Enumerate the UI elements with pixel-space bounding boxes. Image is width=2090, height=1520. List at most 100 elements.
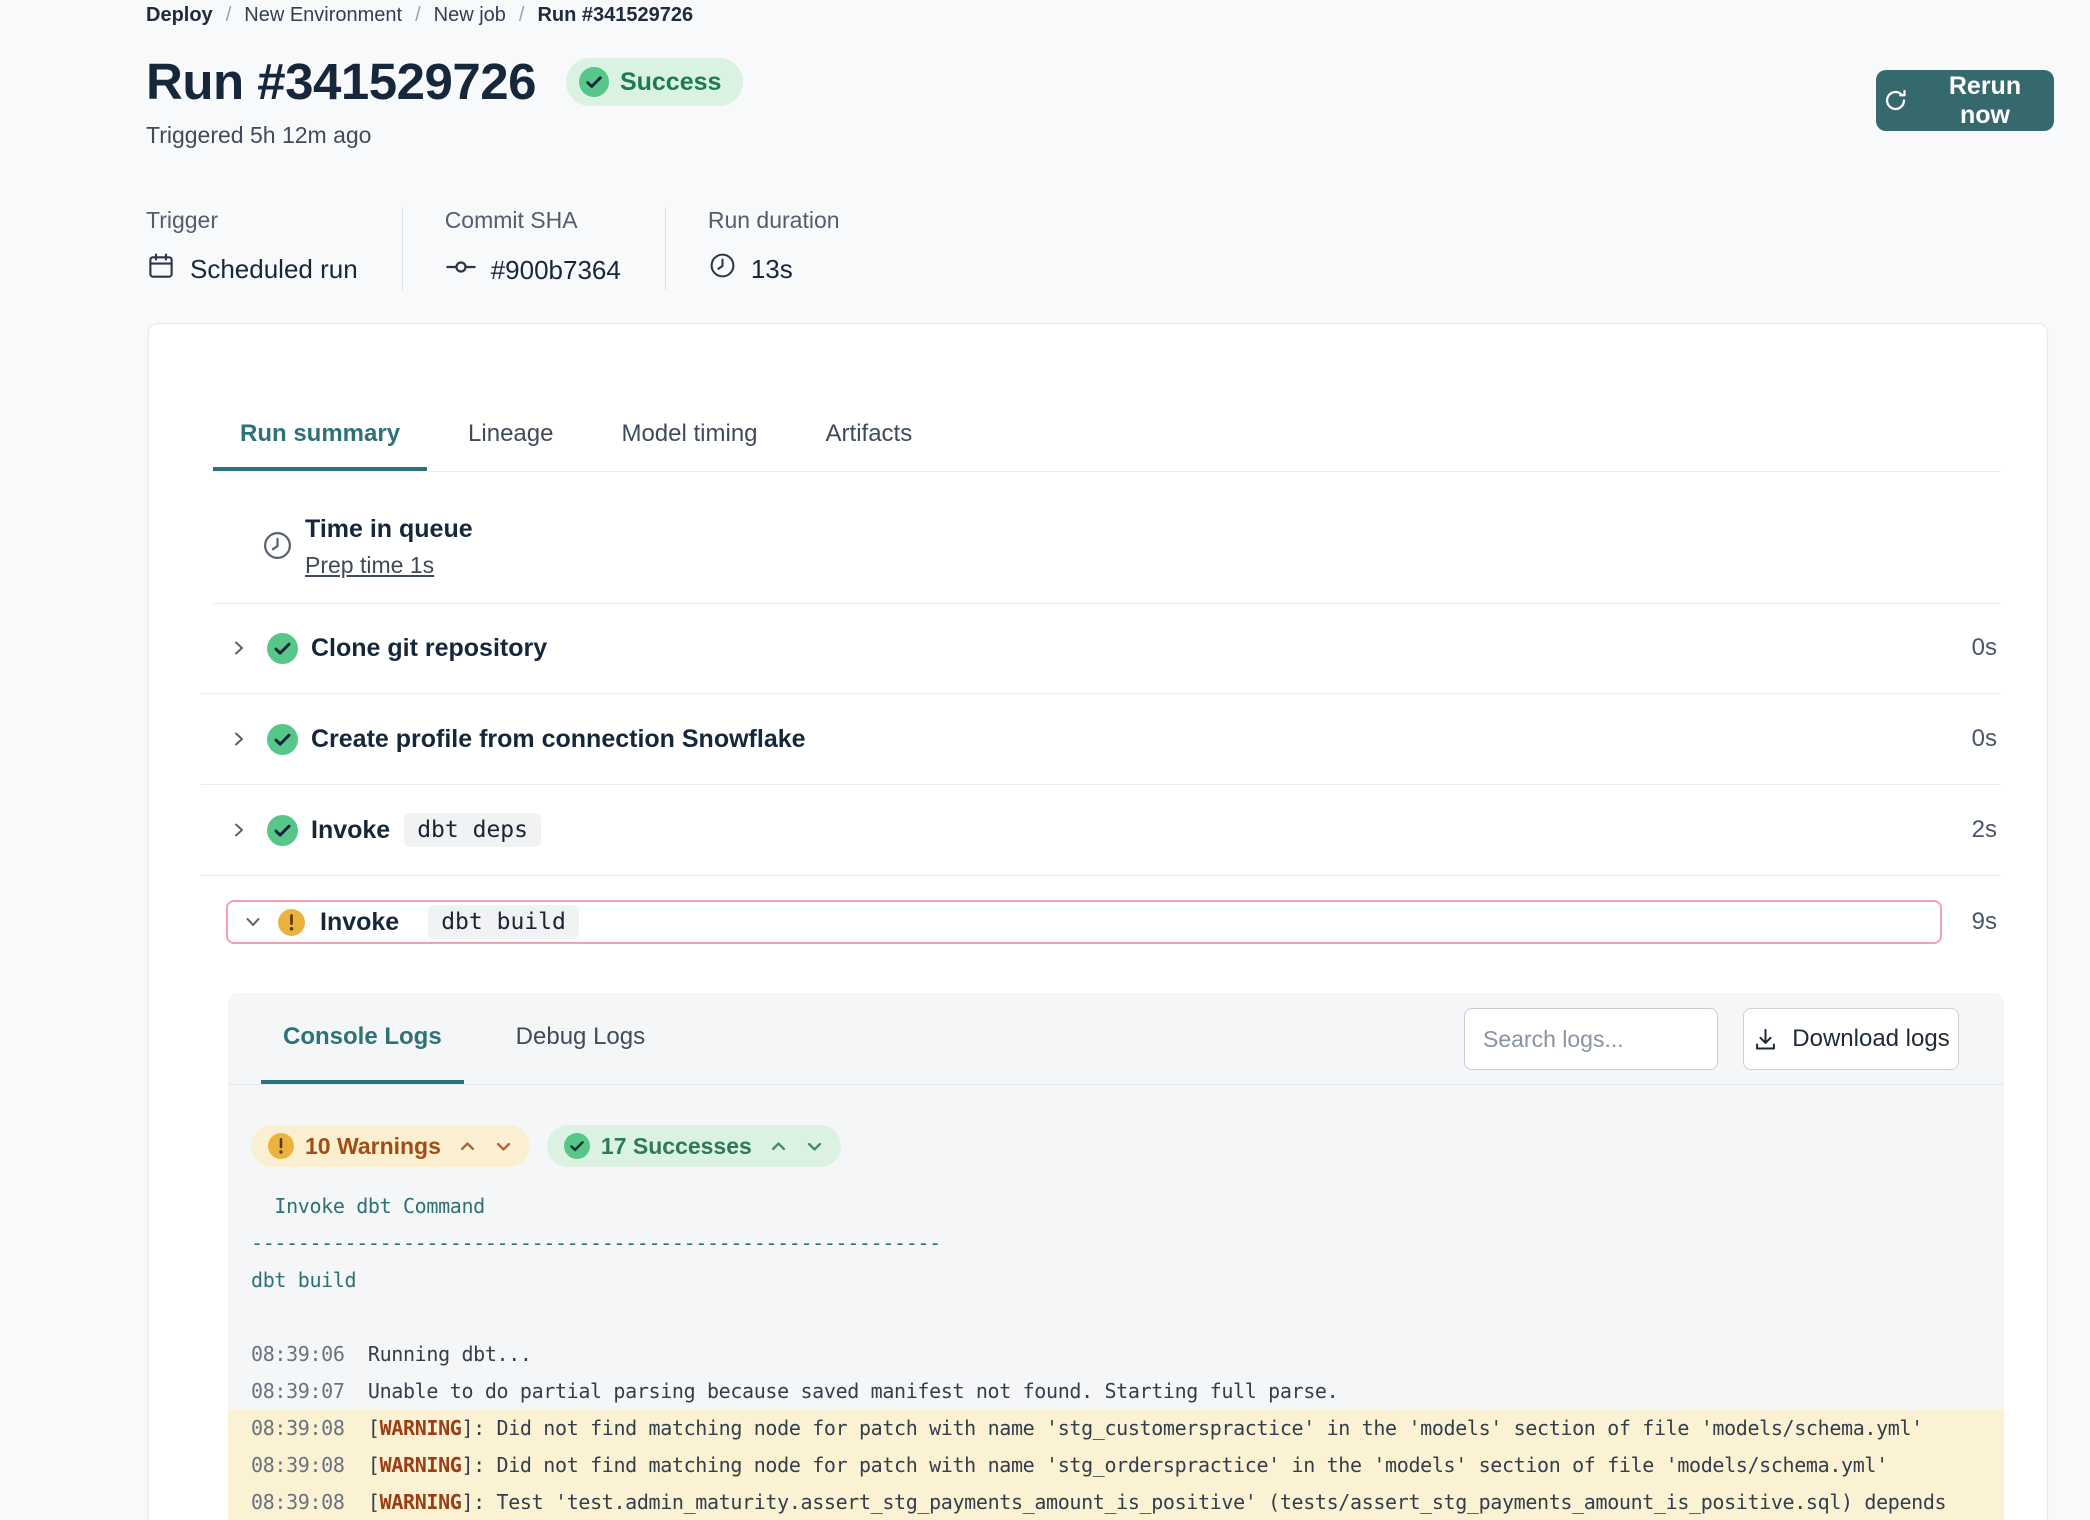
warnings-prev-button[interactable] xyxy=(458,1137,477,1156)
log-timestamp: 08:39:06 xyxy=(251,1342,345,1366)
chevron-down-icon xyxy=(805,1137,824,1156)
tab-artifacts[interactable]: Artifacts xyxy=(799,400,940,471)
logs-header: Console Logs Debug Logs Download logs xyxy=(228,993,2004,1085)
breadcrumb-item-new-job[interactable]: New job xyxy=(434,4,506,27)
tab-lineage[interactable]: Lineage xyxy=(441,400,580,471)
step-row-create-profile-from-connection-snowflake[interactable]: Create profile from connection Snowflake… xyxy=(201,694,2001,785)
log-line: 08:39:06 Running dbt... xyxy=(228,1336,2004,1373)
refresh-icon xyxy=(1882,87,1909,114)
time-in-queue-row: Time in queue Prep time 1s xyxy=(213,471,2001,604)
step-label: Clone git repository xyxy=(311,634,547,663)
clock-icon xyxy=(708,251,737,287)
tab-debug-logs[interactable]: Debug Logs xyxy=(494,993,667,1084)
run-detail-page: Deploy / New Environment / New job / Run #3415… xyxy=(0,0,2090,1520)
step-duration: 2s xyxy=(1972,816,1997,844)
chevron-down-icon[interactable] xyxy=(243,912,263,932)
download-icon xyxy=(1752,1026,1779,1053)
tab-console-logs[interactable]: Console Logs xyxy=(261,993,464,1084)
successes-next-button[interactable] xyxy=(805,1137,824,1156)
meta-value: 13s xyxy=(708,251,840,287)
chevron-down-icon xyxy=(494,1137,513,1156)
step-duration: 0s xyxy=(1972,725,1997,753)
step-row-clone-git-repository[interactable]: Clone git repository 0s xyxy=(201,603,2001,694)
breadcrumb-separator: / xyxy=(226,4,232,27)
log-line: Invoke dbt Command xyxy=(228,1188,2004,1225)
log-timestamp: 08:39:08 xyxy=(251,1453,345,1477)
meta-trigger: Trigger Scheduled run xyxy=(146,207,403,290)
successes-prev-button[interactable] xyxy=(769,1137,788,1156)
meta-run-duration: Run duration 13s xyxy=(666,207,884,290)
step-label: Invoke xyxy=(320,908,399,937)
log-line: dbt build xyxy=(228,1262,2004,1299)
warnings-pill: 10 Warnings xyxy=(251,1125,530,1167)
logs-panel: Console Logs Debug Logs Download logs 10 … xyxy=(228,993,2004,1520)
warning-label: WARNING xyxy=(380,1490,462,1514)
breadcrumb-separator: / xyxy=(519,4,525,27)
status-badge: Success xyxy=(566,58,743,106)
log-line: 08:39:08 [WARNING]: Did not find matchin… xyxy=(228,1447,2004,1484)
warnings-pill-label: 10 Warnings xyxy=(305,1133,441,1160)
rerun-now-button[interactable]: Rerun now xyxy=(1876,70,2054,131)
chevron-right-icon[interactable] xyxy=(229,729,249,749)
meta-value: #900b7364 xyxy=(445,251,621,290)
meta-value-text: 13s xyxy=(751,254,793,285)
chevron-right-icon[interactable] xyxy=(229,820,249,840)
commit-icon xyxy=(445,251,477,290)
meta-value: Scheduled run xyxy=(146,251,358,288)
warning-icon xyxy=(268,1133,294,1159)
successes-pill: 17 Successes xyxy=(547,1125,841,1167)
step-row-invoke-dbt-deps[interactable]: Invokedbt deps2s xyxy=(201,785,2001,876)
success-icon xyxy=(579,67,609,97)
triggered-text: Triggered 5h 12m ago xyxy=(146,122,371,149)
rerun-now-label: Rerun now xyxy=(1922,72,2048,130)
search-logs-input[interactable] xyxy=(1464,1008,1718,1070)
calendar-icon xyxy=(146,251,176,288)
success-icon xyxy=(267,815,298,846)
step-label: Create profile from connection Snowflake xyxy=(311,725,806,754)
log-line: 08:39:08 [WARNING]: Test 'test.admin_mat… xyxy=(228,1484,2004,1520)
breadcrumb-separator: / xyxy=(415,4,421,27)
tab-model-timing[interactable]: Model timing xyxy=(594,400,784,471)
warning-label: WARNING xyxy=(380,1453,462,1477)
meta-label: Trigger xyxy=(146,207,358,234)
step-duration: 9s xyxy=(1972,900,1997,944)
page-title: Run #341529726 xyxy=(146,50,536,114)
step-list: Clone git repository0sCreate profile fro… xyxy=(201,603,2001,993)
console-log-output: Invoke dbt Command----------------------… xyxy=(228,1188,2004,1520)
step-row-invoke-dbt-build[interactable]: Invoke dbt build 9s xyxy=(201,876,2001,993)
success-icon xyxy=(267,633,298,664)
prep-time-link[interactable]: Prep time 1s xyxy=(305,552,434,579)
step-duration: 0s xyxy=(1972,634,1997,662)
run-meta: Trigger Scheduled run Commit SHA #900b7364 R… xyxy=(146,207,884,290)
run-tabs: Run summaryLineageModel timingArtifacts xyxy=(213,400,2001,472)
success-icon xyxy=(267,724,298,755)
chevron-right-icon[interactable] xyxy=(229,638,249,658)
title-row: Run #341529726 Success xyxy=(146,50,743,114)
meta-value-text: Scheduled run xyxy=(190,254,358,285)
log-line xyxy=(228,1299,2004,1336)
log-timestamp: 08:39:08 xyxy=(251,1416,345,1440)
meta-label: Run duration xyxy=(708,207,840,234)
log-timestamp: 08:39:08 xyxy=(251,1490,345,1514)
log-summary-pills: 10 Warnings 17 Successes xyxy=(251,1125,2004,1167)
step-command: dbt build xyxy=(428,905,579,939)
warning-icon xyxy=(278,909,305,936)
breadcrumb-item-new-environment[interactable]: New Environment xyxy=(244,4,402,27)
log-line: 08:39:08 [WARNING]: Did not find matchin… xyxy=(228,1410,2004,1447)
download-logs-label: Download logs xyxy=(1792,1025,1949,1053)
breadcrumb-item-run-341529726: Run #341529726 xyxy=(537,4,693,27)
breadcrumb-item-deploy[interactable]: Deploy xyxy=(146,4,213,27)
step-command: dbt deps xyxy=(404,813,541,847)
run-card: Run summaryLineageModel timingArtifacts … xyxy=(148,323,2048,1520)
expanded-step-box[interactable]: Invoke dbt build xyxy=(226,900,1942,944)
log-line: 08:39:07 Unable to do partial parsing be… xyxy=(228,1373,2004,1410)
log-timestamp: 08:39:07 xyxy=(251,1379,345,1403)
chevron-up-icon xyxy=(769,1137,788,1156)
successes-pill-label: 17 Successes xyxy=(601,1133,752,1160)
log-line: ----------------------------------------… xyxy=(228,1225,2004,1262)
meta-label: Commit SHA xyxy=(445,207,621,234)
warnings-next-button[interactable] xyxy=(494,1137,513,1156)
download-logs-button[interactable]: Download logs xyxy=(1743,1008,1959,1070)
tab-run-summary[interactable]: Run summary xyxy=(213,400,427,471)
success-icon xyxy=(564,1133,590,1159)
